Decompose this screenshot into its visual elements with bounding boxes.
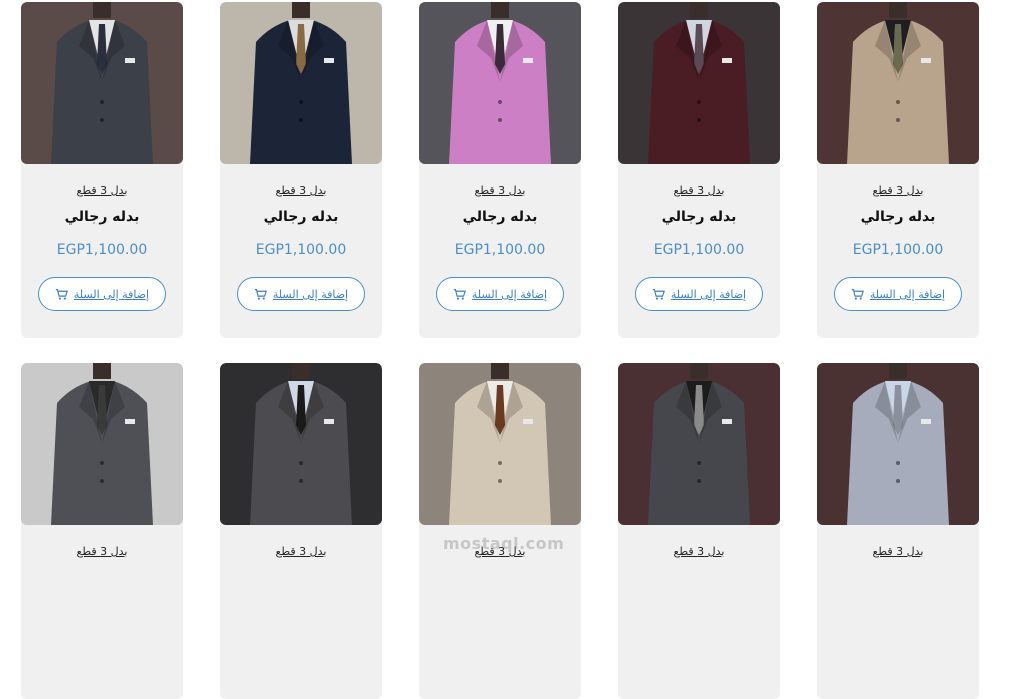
product-title[interactable]: بدله رجالي [419, 208, 581, 226]
product-category-link[interactable]: بدل 3 قطع [618, 184, 780, 198]
product-title[interactable]: بدله رجالي [220, 208, 382, 226]
add-to-cart-button[interactable]: إضافة إلى السلة [834, 277, 962, 311]
product-image[interactable] [817, 2, 979, 164]
product-price: EGP1,100.00 [852, 242, 944, 258]
product-image[interactable] [618, 2, 780, 164]
product-image[interactable] [220, 2, 382, 164]
product-title[interactable]: بدله رجالي [817, 208, 979, 226]
product-image[interactable] [419, 2, 581, 164]
suit-photo [419, 363, 581, 525]
watermark: mostaql.com [443, 534, 565, 553]
product-card[interactable]: بدل 3 قطع بدله رجالي EGP1,100.00 إضافة إ… [817, 2, 979, 338]
product-card[interactable]: بدل 3 قطع [419, 363, 581, 699]
product-grid: بدل 3 قطع بدله رجالي EGP1,100.00 إضافة إ… [21, 2, 979, 699]
product-category-link[interactable]: بدل 3 قطع [817, 184, 979, 198]
suit-photo [817, 363, 979, 525]
product-image[interactable] [220, 363, 382, 525]
product-category-link[interactable]: بدل 3 قطع [220, 184, 382, 198]
suit-photo [21, 363, 183, 525]
suit-photo [220, 2, 382, 164]
product-category-link[interactable]: بدل 3 قطع [21, 184, 183, 198]
product-image[interactable] [817, 363, 979, 525]
product-title[interactable]: بدله رجالي [618, 208, 780, 226]
add-to-cart-label: إضافة إلى السلة [471, 287, 548, 301]
product-image[interactable] [21, 2, 183, 164]
add-to-cart-label: إضافة إلى السلة [670, 287, 747, 301]
add-to-cart-button[interactable]: إضافة إلى السلة [38, 277, 166, 311]
product-category-link[interactable]: بدل 3 قطع [220, 545, 382, 559]
add-to-cart-label: إضافة إلى السلة [869, 287, 946, 301]
product-card[interactable]: بدل 3 قطع بدله رجالي EGP1,100.00 إضافة إ… [419, 2, 581, 338]
product-price: EGP1,100.00 [653, 242, 745, 258]
product-card[interactable]: بدل 3 قطع [618, 363, 780, 699]
suit-photo [21, 2, 183, 164]
product-category-link[interactable]: بدل 3 قطع [817, 545, 979, 559]
suit-photo [618, 2, 780, 164]
add-to-cart-button[interactable]: إضافة إلى السلة [635, 277, 763, 311]
suit-photo [419, 2, 581, 164]
product-image[interactable] [21, 363, 183, 525]
product-price: EGP1,100.00 [56, 242, 148, 258]
cart-icon [652, 288, 665, 300]
product-category-link[interactable]: بدل 3 قطع [21, 545, 183, 559]
add-to-cart-button[interactable]: إضافة إلى السلة [436, 277, 564, 311]
cart-icon [55, 288, 68, 300]
product-image[interactable] [419, 363, 581, 525]
add-to-cart-button[interactable]: إضافة إلى السلة [237, 277, 365, 311]
product-price: EGP1,100.00 [255, 242, 347, 258]
product-card[interactable]: بدل 3 قطع بدله رجالي EGP1,100.00 إضافة إ… [220, 2, 382, 338]
product-card[interactable]: بدل 3 قطع [817, 363, 979, 699]
cart-icon [851, 288, 864, 300]
product-title[interactable]: بدله رجالي [21, 208, 183, 226]
add-to-cart-label: إضافة إلى السلة [73, 287, 150, 301]
suit-photo [817, 2, 979, 164]
product-image[interactable] [618, 363, 780, 525]
cart-icon [453, 288, 466, 300]
suit-photo [220, 363, 382, 525]
product-category-link[interactable]: بدل 3 قطع [618, 545, 780, 559]
cart-icon [254, 288, 267, 300]
add-to-cart-label: إضافة إلى السلة [272, 287, 349, 301]
product-category-link[interactable]: بدل 3 قطع [419, 184, 581, 198]
product-price: EGP1,100.00 [454, 242, 546, 258]
product-card[interactable]: بدل 3 قطع بدله رجالي EGP1,100.00 إضافة إ… [618, 2, 780, 338]
product-card[interactable]: بدل 3 قطع [220, 363, 382, 699]
product-card[interactable]: بدل 3 قطع [21, 363, 183, 699]
product-card[interactable]: بدل 3 قطع بدله رجالي EGP1,100.00 إضافة إ… [21, 2, 183, 338]
suit-photo [618, 363, 780, 525]
